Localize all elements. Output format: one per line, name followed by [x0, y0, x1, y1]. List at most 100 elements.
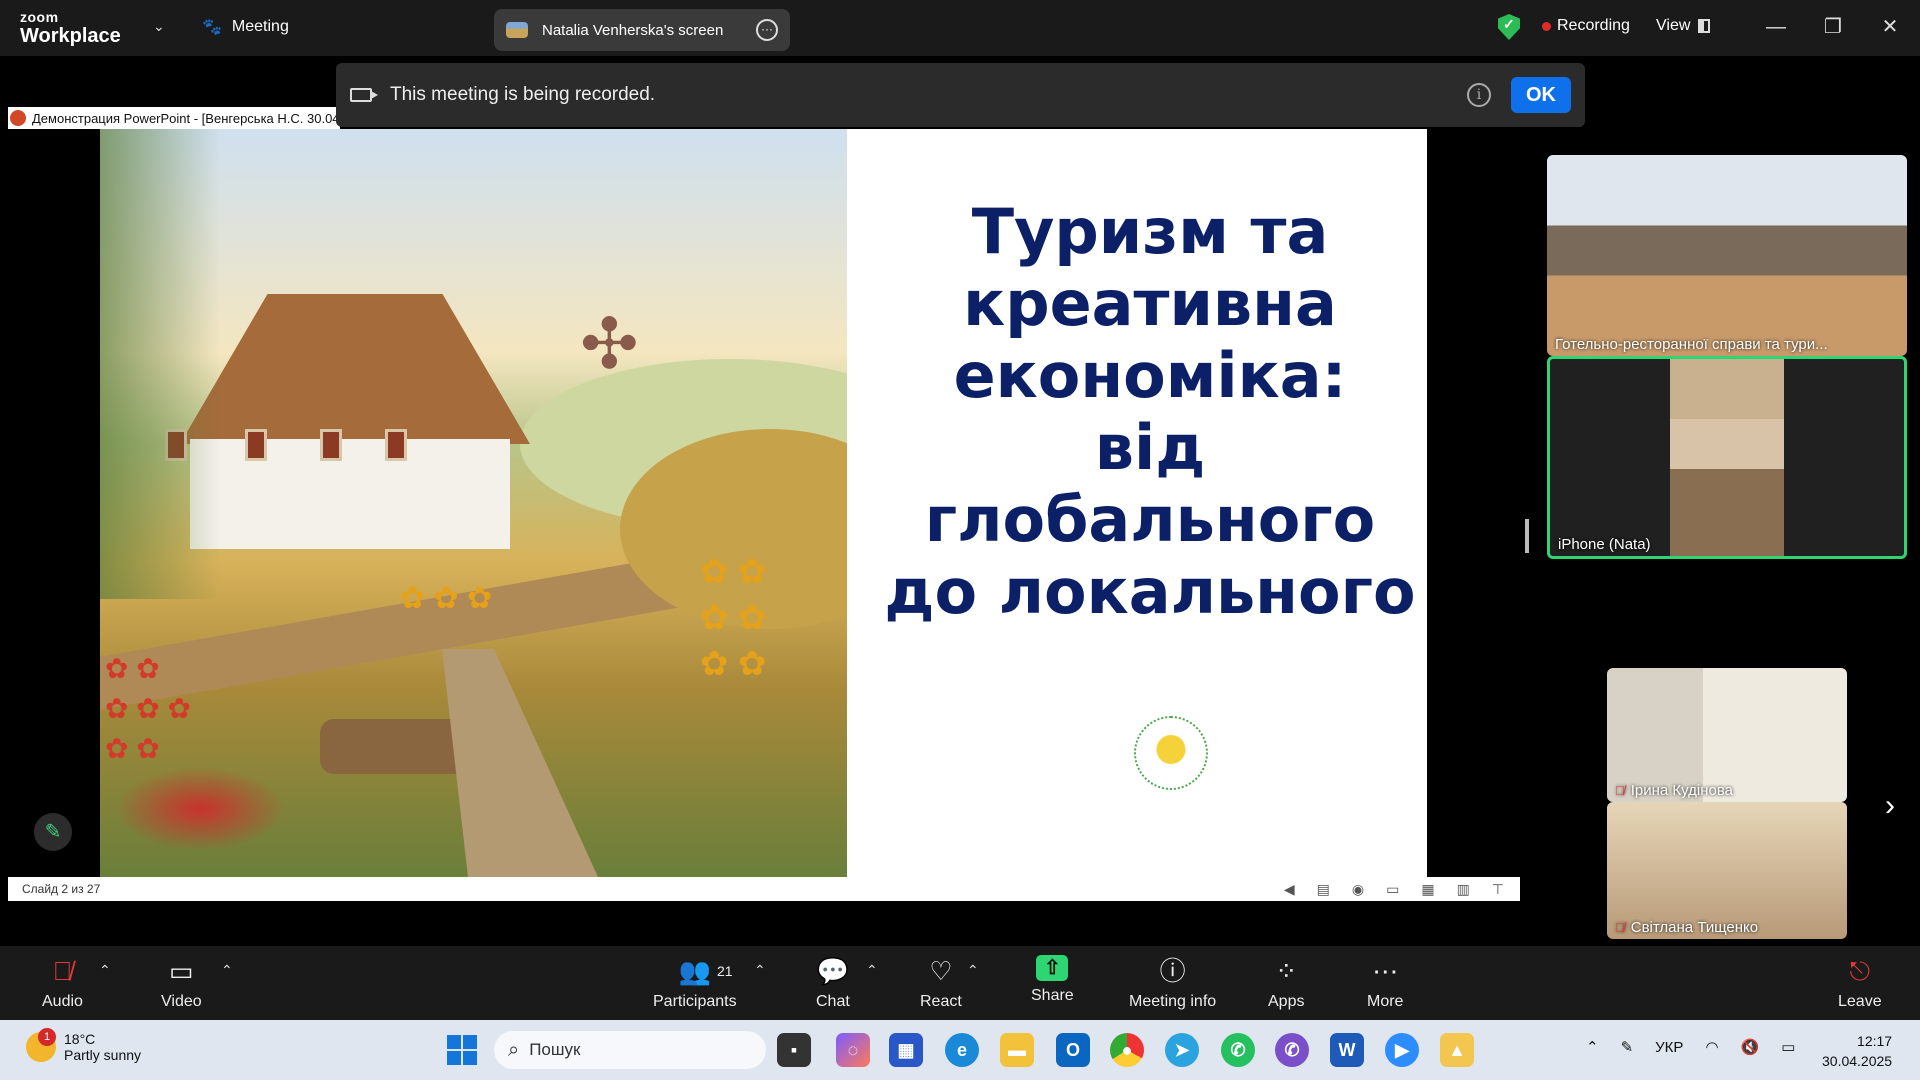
copilot-icon[interactable]: ◌: [836, 1033, 870, 1067]
normal-view-icon[interactable]: ▤: [1317, 881, 1330, 898]
slide-title-line: глобального: [924, 483, 1376, 556]
view-label: View: [1656, 17, 1691, 34]
participant-tile[interactable]: 🎙̸ Світлана Тищенко: [1607, 802, 1847, 939]
video-camera-icon: ▭: [169, 956, 194, 986]
chat-label: Chat: [816, 993, 850, 1010]
restore-icon[interactable]: ❐: [1813, 12, 1853, 42]
video-camera-icon: [350, 88, 378, 102]
input-method-icon[interactable]: ✎: [1621, 1038, 1634, 1056]
next-page-chevron-icon[interactable]: ›: [1885, 789, 1895, 823]
zoom-logo[interactable]: zoom Workplace: [20, 10, 121, 46]
paw-icon: 🐾: [202, 19, 222, 36]
partly-sunny-icon: 1: [26, 1028, 56, 1062]
more-label: More: [1367, 993, 1404, 1010]
weather-temp: 18°C: [64, 1031, 96, 1047]
reading-mode-icon[interactable]: ▥: [1457, 881, 1470, 898]
file-explorer-icon[interactable]: ▬: [1000, 1033, 1034, 1067]
battery-icon[interactable]: ▭: [1781, 1038, 1795, 1056]
participant-tile[interactable]: 🎙̸ Ірина Кудінова: [1607, 668, 1847, 802]
slideshow-icon[interactable]: ⊤: [1492, 881, 1504, 898]
outlook-icon[interactable]: O: [1056, 1033, 1090, 1067]
meeting-info-label: Meeting info: [1129, 993, 1217, 1010]
volume-muted-icon[interactable]: 🔇: [1741, 1038, 1760, 1056]
participants-options-caret-icon[interactable]: ⌃: [754, 962, 766, 979]
audio-button[interactable]: 🎙̸ Audio: [42, 955, 83, 1011]
brand-large: Workplace: [20, 25, 121, 47]
react-button[interactable]: ♡ React: [920, 955, 962, 1011]
whatsapp-icon[interactable]: ✆: [1221, 1033, 1255, 1067]
heart-icon: ♡: [929, 956, 953, 986]
meeting-info-button[interactable]: ⓘ Meeting info: [1129, 955, 1216, 1011]
notes-view-icon[interactable]: ▭: [1386, 881, 1399, 898]
viber-icon[interactable]: ✆: [1275, 1033, 1309, 1067]
react-label: React: [920, 993, 962, 1010]
powerpoint-icon: [10, 110, 26, 126]
file-manager-icon[interactable]: ▲: [1440, 1033, 1474, 1067]
weather-widget[interactable]: 1 18°C Partly sunny: [26, 1028, 141, 1063]
audio-label: Audio: [42, 993, 83, 1010]
participant-name-wrap: 🎙̸ Світлана Тищенко: [1615, 919, 1758, 936]
participant-name: Ірина Кудінова: [1630, 782, 1734, 799]
zoom-taskbar-icon[interactable]: ▶: [1385, 1033, 1419, 1067]
audio-options-caret-icon[interactable]: ⌃: [99, 962, 111, 979]
meeting-tab[interactable]: 🐾 Meeting: [202, 17, 289, 37]
participant-tile-active-speaker[interactable]: iPhone (Nata): [1547, 356, 1907, 559]
system-clock[interactable]: 12:17 30.04.2025: [1822, 1031, 1892, 1071]
apps-icon: ⁘: [1275, 956, 1298, 986]
slide-sorter-icon[interactable]: ▦: [1421, 881, 1434, 898]
participant-name: Готельно-ресторанної справи та тури...: [1555, 336, 1828, 353]
chevron-down-icon[interactable]: ⌄: [153, 18, 165, 35]
participants-label: Participants: [653, 993, 737, 1010]
apps-label: Apps: [1268, 993, 1305, 1010]
task-view-icon[interactable]: ▪: [777, 1033, 811, 1067]
share-button[interactable]: ⇧ Share: [1031, 955, 1074, 1005]
slide-title-line: від: [1094, 411, 1206, 484]
react-options-caret-icon[interactable]: ⌃: [967, 962, 979, 979]
view-layout-icon: [1698, 19, 1711, 33]
notification-badge: 1: [38, 1028, 56, 1046]
muted-microphone-icon: 🎙̸: [52, 956, 73, 986]
video-button[interactable]: ▭ Video: [161, 955, 202, 1011]
recording-indicator[interactable]: Recording: [1542, 17, 1630, 35]
view-button[interactable]: View: [1656, 17, 1711, 35]
video-options-caret-icon[interactable]: ⌃: [221, 962, 233, 979]
chat-options-caret-icon[interactable]: ⌃: [866, 962, 878, 979]
microsoft-store-icon[interactable]: ▦: [889, 1033, 923, 1067]
close-icon[interactable]: ✕: [1870, 12, 1910, 42]
previous-slide-icon[interactable]: ◀: [1284, 881, 1295, 898]
chevron-up-icon[interactable]: ⌃: [1586, 1038, 1599, 1056]
apps-button[interactable]: ⁘ Apps: [1268, 955, 1304, 1011]
taskbar-search[interactable]: ⌕ Пошук: [494, 1031, 766, 1069]
leave-door-icon: ⎋: [1849, 956, 1871, 986]
clock-date: 30.04.2025: [1822, 1053, 1893, 1069]
wifi-icon[interactable]: ◠: [1705, 1038, 1718, 1056]
participant-name: Світлана Тищенко: [1630, 919, 1759, 936]
panel-resize-handle[interactable]: [1525, 519, 1529, 553]
clock-time: 12:17: [1857, 1033, 1893, 1049]
participant-name: iPhone (Nata): [1558, 536, 1651, 553]
system-tray: ⌃ ✎ УКР ◠ 🔇 ▭: [1586, 1038, 1795, 1057]
windows-start-icon[interactable]: [447, 1035, 477, 1065]
participant-tile[interactable]: Готельно-ресторанної справи та тури...: [1547, 155, 1907, 356]
recording-notification: This meeting is being recorded. i OK: [336, 63, 1585, 127]
slide-title-line: економіка:: [953, 339, 1347, 412]
language-indicator[interactable]: УКР: [1655, 1039, 1683, 1056]
meeting-label: Meeting: [231, 18, 289, 35]
telegram-icon[interactable]: ➤: [1165, 1033, 1199, 1067]
info-icon[interactable]: i: [1467, 83, 1491, 107]
leave-button[interactable]: ⎋ Leave: [1838, 955, 1882, 1011]
slide-title-line: до локального: [884, 555, 1416, 628]
more-button[interactable]: ⋯ More: [1367, 955, 1403, 1011]
more-options-icon[interactable]: ···: [756, 19, 778, 41]
ok-button[interactable]: OK: [1511, 77, 1571, 113]
search-placeholder: Пошук: [529, 1040, 581, 1059]
chrome-icon[interactable]: ●: [1110, 1033, 1144, 1067]
annotate-pencil-icon[interactable]: ✎: [34, 813, 72, 851]
reading-view-icon[interactable]: ◉: [1352, 881, 1364, 898]
word-icon[interactable]: W: [1330, 1033, 1364, 1067]
slide-illustration: ✣ ✿ ✿ ✿ ✿ ✿ ✿ ✿ ✿ ✿ ✿ ✿ ✿ ✿ ✿ ✿ ✿: [100, 129, 847, 877]
chat-button[interactable]: 💬 Chat: [816, 955, 850, 1011]
minimize-icon[interactable]: —: [1756, 12, 1796, 42]
edge-browser-icon[interactable]: e: [945, 1033, 979, 1067]
screen-share-pill[interactable]: Natalia Venherska's screen ···: [494, 9, 790, 51]
